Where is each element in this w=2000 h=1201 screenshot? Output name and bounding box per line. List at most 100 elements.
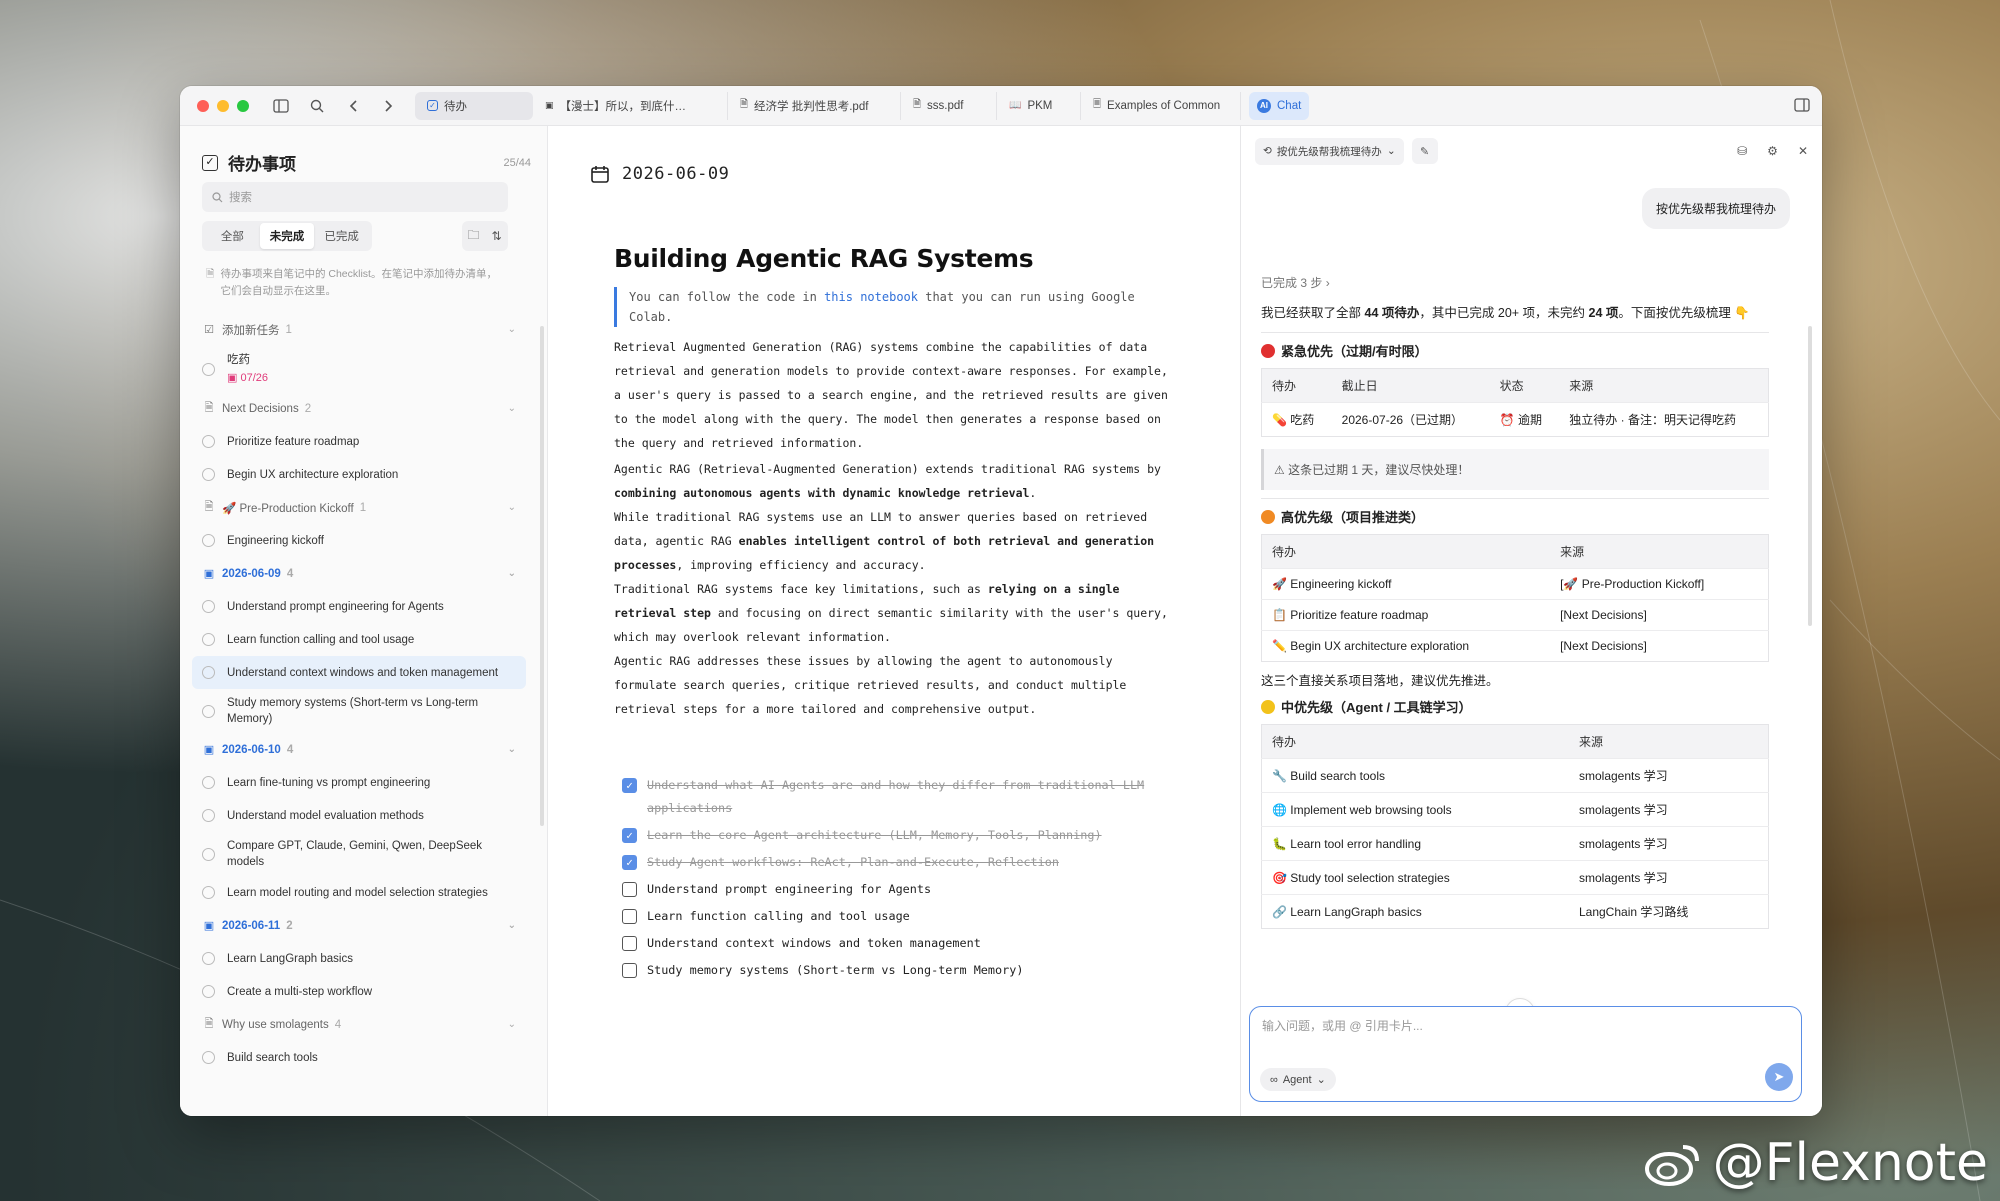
- todo-group-header[interactable]: 🗎 Next Decisions 2 ⌄: [192, 392, 526, 425]
- tab-economics-pdf[interactable]: 🗎 经济学 批判性思考.pdf: [728, 91, 901, 120]
- todo-checkbox[interactable]: [202, 1051, 215, 1064]
- tab-todo[interactable]: ✓ 待办: [415, 91, 533, 120]
- todo-item[interactable]: 吃药 ▣ 07/26: [192, 346, 526, 392]
- tab-chat[interactable]: AI Chat: [1249, 91, 1310, 120]
- todo-item-label: Study memory systems (Short-term vs Long…: [227, 697, 479, 725]
- todo-item[interactable]: Understand context windows and token man…: [192, 656, 526, 689]
- todo-checkbox[interactable]: [202, 600, 215, 613]
- chat-input[interactable]: [1262, 1019, 1742, 1033]
- todo-group-header[interactable]: 🗎 Why use smolagents 4 ⌄: [192, 1008, 526, 1041]
- todo-item[interactable]: Understand prompt engineering for Agents: [192, 590, 526, 623]
- chevron-down-icon[interactable]: ⌄: [508, 568, 516, 579]
- chevron-down-icon[interactable]: ⌄: [508, 403, 516, 414]
- chevron-down-icon[interactable]: ⌄: [508, 920, 516, 931]
- checklist-item: ✓ Learn the core Agent architecture (LLM,…: [622, 824, 1182, 847]
- todo-checkbox[interactable]: [202, 435, 215, 448]
- back-arrow-icon[interactable]: [345, 98, 361, 114]
- ai-chat-panel: ⟲ 按优先级帮我梳理待办 ⌄ ✎ ⛁ ⚙ ✕ 按优先级帮我梳理待办 已完成 3 …: [1240, 126, 1822, 1116]
- close-window-button[interactable]: [197, 99, 209, 112]
- chat-history-dropdown[interactable]: ⟲ 按优先级帮我梳理待办 ⌄: [1255, 137, 1404, 165]
- todo-item[interactable]: Study memory systems (Short-term vs Long…: [192, 689, 526, 733]
- todo-item-label: Understand context windows and token man…: [227, 666, 499, 679]
- chevron-down-icon[interactable]: ⌄: [508, 1019, 516, 1030]
- todo-checkbox[interactable]: [202, 886, 215, 899]
- table-header-cell: 状态: [1489, 368, 1560, 403]
- checklist-checkbox[interactable]: [622, 909, 637, 924]
- todo-item[interactable]: Learn fine-tuning vs prompt engineering: [192, 766, 526, 799]
- group-count: 1: [359, 501, 367, 514]
- filter-all[interactable]: 全部: [205, 223, 260, 249]
- todo-item[interactable]: Learn LangGraph basics: [192, 942, 526, 975]
- chevron-down-icon[interactable]: ⌄: [508, 324, 516, 335]
- todo-item[interactable]: Compare GPT, Claude, Gemini, Qwen, DeepS…: [192, 832, 526, 876]
- todo-checkbox[interactable]: [202, 468, 215, 481]
- notebook-link[interactable]: this notebook: [824, 290, 918, 304]
- todo-checkbox[interactable]: [202, 704, 215, 718]
- search-input[interactable]: 搜索: [202, 182, 508, 212]
- filter-complete[interactable]: 已完成: [314, 223, 369, 249]
- checklist-checkbox[interactable]: [622, 963, 637, 978]
- tab-sss-pdf[interactable]: 🗎 sss.pdf: [901, 91, 997, 120]
- close-icon[interactable]: ✕: [1798, 144, 1808, 158]
- todo-item[interactable]: Learn function calling and tool usage: [192, 623, 526, 656]
- group-label: 🚀 Pre-Production Kickoff: [222, 502, 354, 515]
- todo-item[interactable]: Begin UX architecture exploration: [192, 458, 526, 491]
- maximize-window-button[interactable]: [237, 99, 249, 112]
- search-icon[interactable]: [309, 98, 325, 114]
- todo-item[interactable]: Build search tools: [192, 1041, 526, 1074]
- todo-item[interactable]: Understand model evaluation methods: [192, 799, 526, 832]
- checklist-checkbox[interactable]: ✓: [622, 855, 637, 870]
- checklist-checkbox[interactable]: ✓: [622, 828, 637, 843]
- todo-item-label: Learn model routing and model selection …: [227, 886, 488, 899]
- checklist-checkbox[interactable]: ✓: [622, 778, 637, 793]
- checklist-checkbox[interactable]: [622, 882, 637, 897]
- tab-bar: ✓ 待办 ▣ 【漫士】所以，到底什… 🗎 经济学 批判性思考.pdf 🗎 sss…: [415, 86, 1310, 125]
- todo-item[interactable]: Prioritize feature roadmap: [192, 425, 526, 458]
- steps-toggle[interactable]: 已完成 3 步 ›: [1261, 274, 1769, 291]
- paragraph: While traditional RAG systems use an LLM…: [614, 505, 1174, 577]
- checklist-checkbox[interactable]: [622, 936, 637, 951]
- chevron-down-icon[interactable]: ⌄: [508, 744, 516, 755]
- todo-checkbox[interactable]: [202, 362, 215, 376]
- note-content[interactable]: Building Agentic RAG Systems You can fol…: [614, 244, 1174, 721]
- todo-item-body: Prioritize feature roadmap: [227, 434, 359, 450]
- forward-arrow-icon[interactable]: [381, 98, 397, 114]
- todo-checkbox[interactable]: [202, 776, 215, 789]
- todo-group-header[interactable]: 🗎 🚀 Pre-Production Kickoff 1 ⌄: [192, 491, 526, 524]
- todo-group-header[interactable]: ▣ 2026-06-10 4 ⌄: [192, 733, 526, 766]
- chevron-down-icon[interactable]: ⌄: [508, 502, 516, 513]
- todo-checkbox[interactable]: [202, 666, 215, 679]
- tab-pkm[interactable]: 📖 PKM: [997, 91, 1081, 120]
- todo-checkbox[interactable]: [202, 534, 215, 547]
- table-cell: 🚀 Engineering kickoff: [1261, 568, 1551, 600]
- todo-group-header[interactable]: ☑ 添加新任务 1 ⌄: [192, 313, 526, 346]
- todo-group-header[interactable]: ▣ 2026-06-11 2 ⌄: [192, 909, 526, 942]
- database-icon[interactable]: ⛁: [1737, 144, 1747, 158]
- sort-icon[interactable]: ⇅: [485, 221, 508, 251]
- todo-group-header[interactable]: ▣ 2026-06-09 4 ⌄: [192, 557, 526, 590]
- folder-icon[interactable]: 🗀: [462, 221, 485, 251]
- right-panel-toggle-icon[interactable]: [1794, 98, 1810, 115]
- calendar-icon: ▣: [203, 920, 215, 932]
- tab-examples[interactable]: 🗏 Examples of Common: [1081, 91, 1241, 120]
- todo-item[interactable]: Create a multi-step workflow: [192, 975, 526, 1008]
- sidebar-toggle-icon[interactable]: [273, 98, 289, 114]
- todo-item[interactable]: Engineering kickoff: [192, 524, 526, 557]
- todo-item[interactable]: Learn model routing and model selection …: [192, 876, 526, 909]
- todo-checkbox[interactable]: [202, 847, 215, 861]
- group-count: 4: [334, 1018, 342, 1031]
- filter-incomplete[interactable]: 未完成: [259, 223, 315, 249]
- todo-checkbox[interactable]: [202, 633, 215, 646]
- todo-checkbox[interactable]: [202, 809, 215, 822]
- intro-text: 我已经获取了全部 44 项待办，其中已完成 20+ 项，未完约 24 项。下面按…: [1261, 303, 1769, 324]
- todo-checkbox[interactable]: [202, 985, 215, 998]
- gear-icon[interactable]: ⚙: [1767, 144, 1778, 158]
- send-button[interactable]: ➤: [1765, 1063, 1793, 1091]
- new-chat-icon[interactable]: ✎: [1411, 138, 1438, 164]
- agent-mode-dropdown[interactable]: ∞ Agent ⌄: [1260, 1068, 1336, 1091]
- sidebar-scrollbar[interactable]: [540, 326, 544, 826]
- minimize-window-button[interactable]: [217, 99, 229, 112]
- tab-video-note[interactable]: ▣ 【漫士】所以，到底什…: [533, 91, 728, 120]
- chat-scrollbar[interactable]: [1808, 326, 1812, 626]
- todo-checkbox[interactable]: [202, 952, 215, 965]
